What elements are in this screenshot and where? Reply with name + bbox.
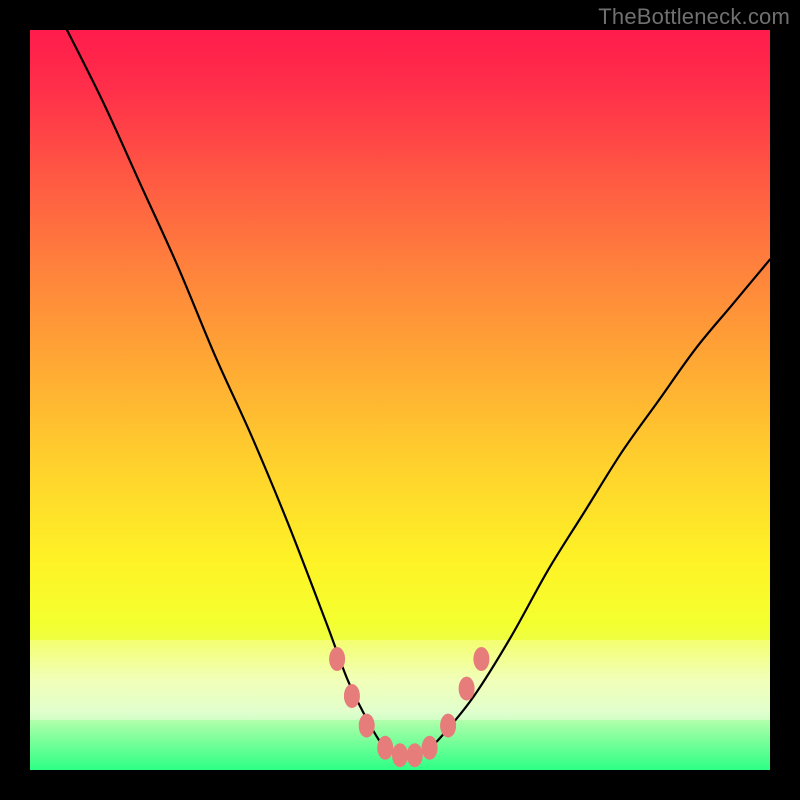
attribution-label: TheBottleneck.com bbox=[598, 4, 790, 30]
plot-background bbox=[30, 30, 770, 770]
chart-frame: TheBottleneck.com bbox=[0, 0, 800, 800]
